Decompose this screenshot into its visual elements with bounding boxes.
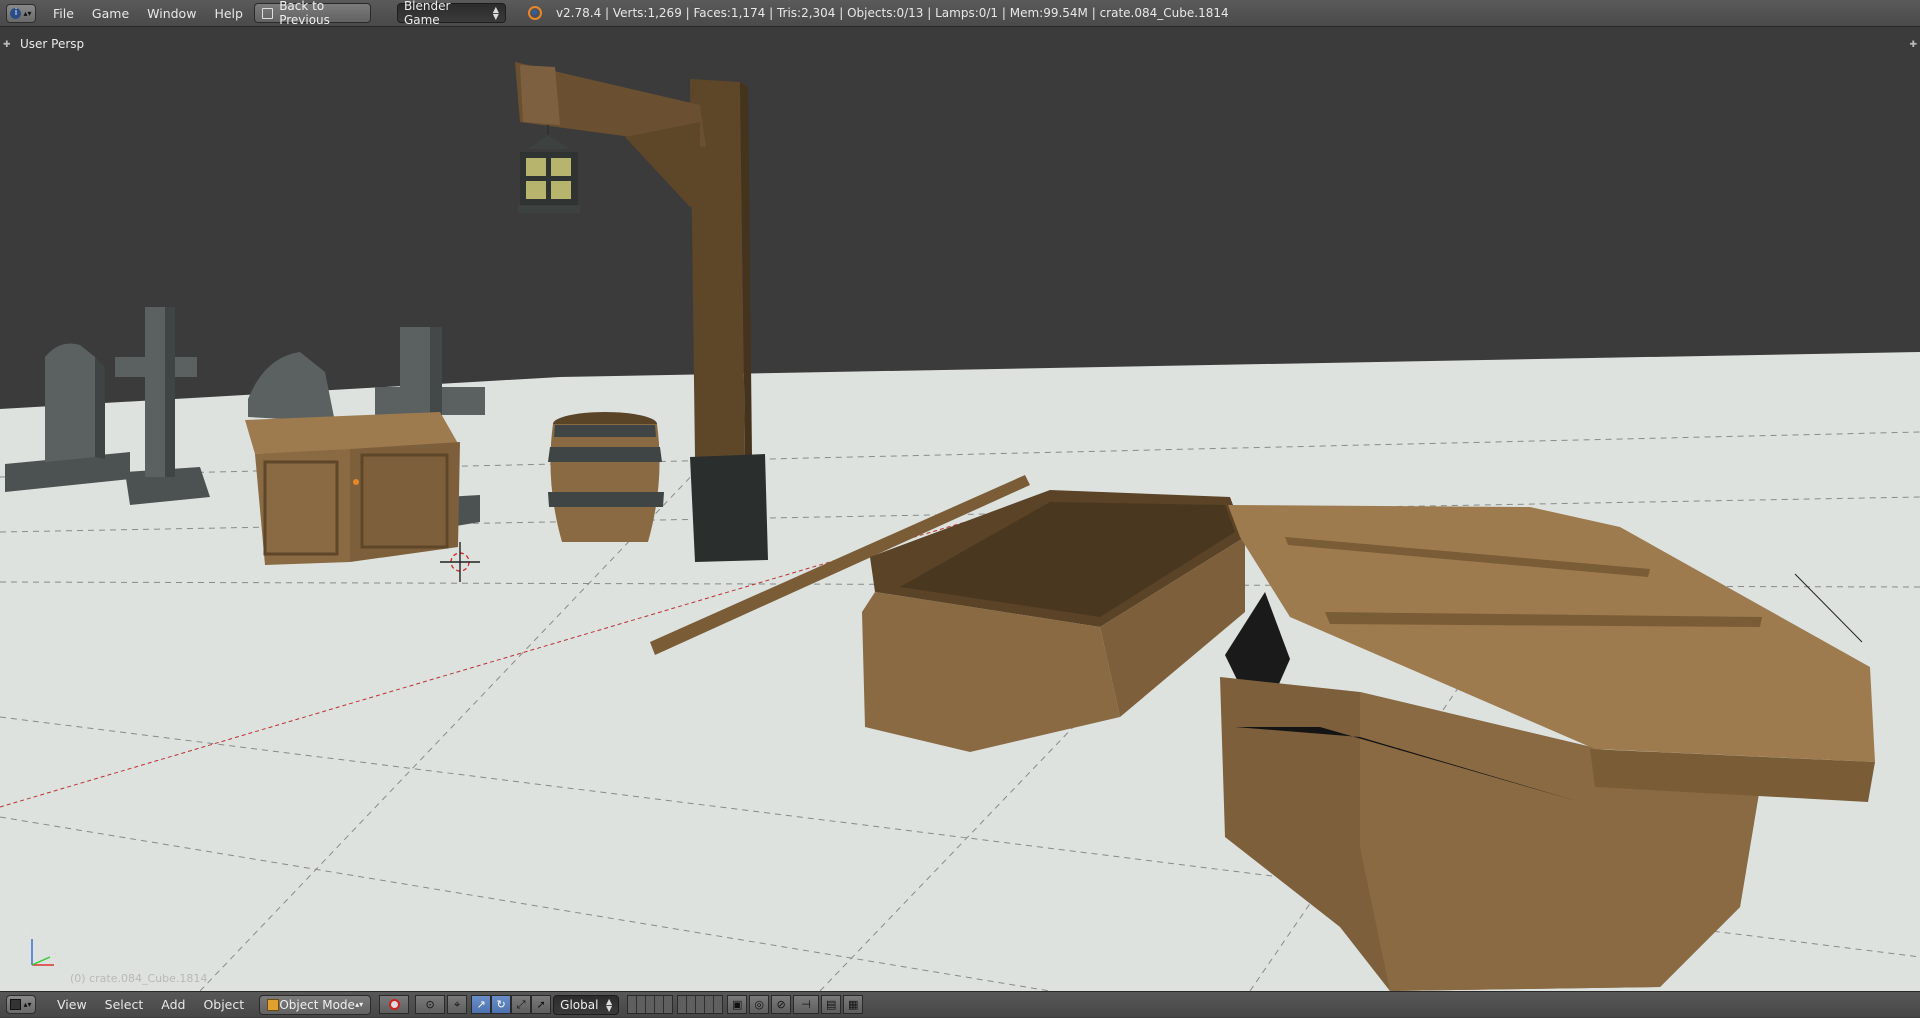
manipulator-toggle[interactable]: ⌖ <box>447 995 468 1014</box>
opengl-render-anim-button[interactable]: ▦ <box>843 995 864 1014</box>
active-object-label: (0) crate.084_Cube.1814 <box>70 972 208 985</box>
view3d-editor-type-button[interactable]: ▴▾ <box>6 995 36 1014</box>
chevron-updown-icon: ▴▾ <box>23 1000 32 1009</box>
region-expand-right-icon[interactable]: ✚ <box>1909 40 1917 50</box>
scene-layers-group-2[interactable] <box>677 995 724 1014</box>
chevron-updown-icon: ▴▾ <box>355 1000 364 1009</box>
tombstone-2 <box>248 352 335 422</box>
info-menubar: File Game Window Help <box>44 0 252 27</box>
manipulator-extra-button[interactable]: ➚ <box>531 995 552 1014</box>
editor-type-button[interactable]: i ▴▾ <box>6 3 36 23</box>
pivot-point-button[interactable]: ⊙ <box>415 995 446 1014</box>
proportional-edit-button[interactable]: ◎ <box>749 995 770 1014</box>
info-header: i ▴▾ File Game Window Help Back to Previ… <box>0 0 1920 27</box>
arrow-icon: ➚ <box>536 998 546 1011</box>
scale-icon: ⤢ <box>516 997 526 1011</box>
axis-y-label: Y <box>51 949 59 960</box>
lock-icon: ▣ <box>731 998 743 1011</box>
clapper-icon: ▦ <box>847 998 859 1011</box>
barrel <box>548 412 664 542</box>
snap-element-button[interactable]: ⊣ <box>793 995 820 1014</box>
view-perspective-label: User Persp <box>20 37 85 51</box>
cube-icon <box>10 999 22 1010</box>
crate <box>245 412 460 565</box>
shading-solid-icon <box>388 999 400 1010</box>
viewport-shading-button[interactable] <box>379 995 410 1014</box>
blender-logo-icon <box>527 6 542 20</box>
proportional-icon: ◎ <box>754 998 764 1011</box>
scale-manipulator-button[interactable]: ⤢ <box>511 995 532 1014</box>
3d-viewport[interactable]: User Persp ✚ ✚ Z X Y (0) crate.084_Cube.… <box>0 27 1920 991</box>
rotate-manipulator-button[interactable]: ↻ <box>491 995 512 1014</box>
menu-help[interactable]: Help <box>205 0 252 27</box>
pivot-icon: ⊙ <box>425 998 435 1011</box>
manipulator-icon: ⌖ <box>454 997 461 1011</box>
chevron-updown-icon: ▲ ▼ <box>492 5 499 21</box>
snap-element-icon: ⊣ <box>801 998 811 1011</box>
mode-dropdown-value: Object Mode <box>279 997 355 1012</box>
axis-gizmo: Z X Y <box>28 929 63 972</box>
mode-dropdown[interactable]: Object Mode ▴▾ <box>259 994 372 1015</box>
back-to-previous-button[interactable]: Back to Previous <box>253 0 371 27</box>
object-mode-icon <box>267 998 280 1011</box>
back-to-previous-label: Back to Previous <box>279 0 330 27</box>
info-icon: i <box>10 7 22 19</box>
translate-icon: ↗ <box>476 998 486 1011</box>
camera-icon: ▤ <box>825 998 837 1011</box>
menu-view[interactable]: View <box>48 991 96 1018</box>
view3d-menubar: View Select Add Object <box>48 991 253 1018</box>
menu-object[interactable]: Object <box>194 991 253 1018</box>
chevron-updown-icon: ▲ ▼ <box>606 996 613 1013</box>
menu-window[interactable]: Window <box>138 0 205 27</box>
orientation-dropdown-value: Global <box>560 997 599 1012</box>
snap-toggle-button[interactable]: ⊘ <box>771 995 792 1014</box>
layer-lock-button[interactable]: ▣ <box>727 995 748 1014</box>
menu-select[interactable]: Select <box>96 991 153 1018</box>
chevron-updown-icon: ▴▾ <box>23 8 32 18</box>
region-expand-left-icon[interactable]: ✚ <box>3 40 11 50</box>
scene-statistics: v2.78.4 | Verts:1,269 | Faces:1,174 | Tr… <box>555 6 1229 20</box>
transform-orientation-dropdown[interactable]: Global ▲ ▼ <box>553 994 620 1015</box>
snap-icon: ⊘ <box>776 998 786 1011</box>
menu-add[interactable]: Add <box>152 991 194 1018</box>
view3d-header: ▴▾ View Select Add Object Object Mode ▴▾… <box>0 991 1920 1017</box>
opengl-render-button[interactable]: ▤ <box>821 995 842 1014</box>
scene-layers-group-1[interactable] <box>627 995 674 1014</box>
rotate-icon: ↻ <box>496 998 506 1011</box>
screen-back-icon <box>261 7 274 19</box>
engine-dropdown[interactable]: Blender Game ▲ ▼ <box>396 0 506 27</box>
engine-dropdown-value: Blender Game <box>403 0 451 27</box>
axis-x-label: X <box>56 961 63 972</box>
axis-z-label: Z <box>28 929 35 940</box>
scene-render <box>0 62 1920 991</box>
menu-file[interactable]: File <box>44 0 83 27</box>
menu-game[interactable]: Game <box>83 0 138 27</box>
translate-manipulator-button[interactable]: ↗ <box>471 995 492 1014</box>
